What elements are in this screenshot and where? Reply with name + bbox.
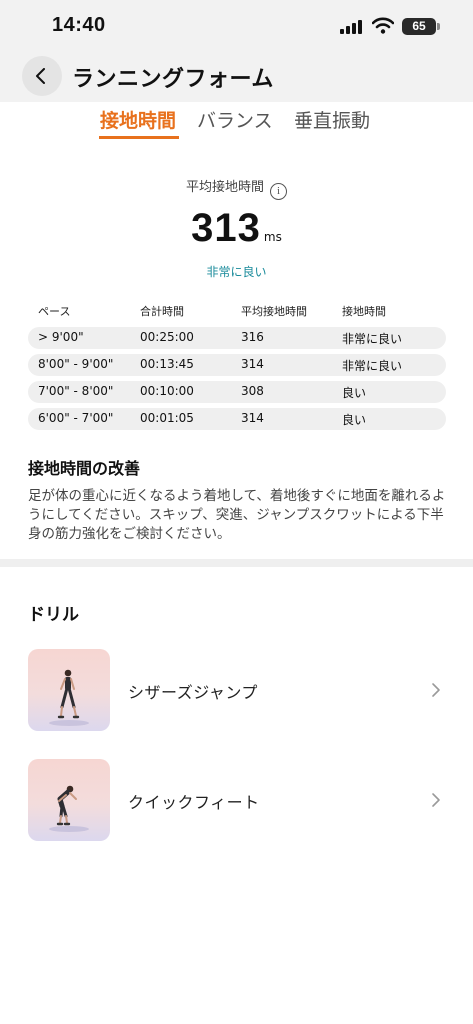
chevron-right-icon [432, 793, 440, 807]
battery-level: 65 [412, 19, 426, 33]
improvement-text: 足が体の重心に近くなるよう着地して、着地後すぐに地面を離れるようにしてください。… [28, 488, 446, 542]
metric-value: 313 [191, 206, 261, 250]
table-header: ペース 合計時間 平均接地時間 接地時間 [28, 300, 446, 322]
summary-label-row: 平均接地時間 i [0, 176, 473, 200]
pace-cell: 7'00" - 8'00" [38, 384, 114, 398]
drill-label: クイックフィート [128, 793, 260, 812]
rating-cell: 非常に良い [342, 359, 403, 373]
metric-unit: ms [263, 230, 282, 244]
section-divider [0, 559, 473, 567]
tab-balance[interactable]: バランス [197, 106, 273, 133]
avg-contact-cell: 314 [241, 411, 264, 425]
page-title: ランニングフォーム [72, 67, 274, 92]
table-row: > 9'00" 00:25:00 316 非常に良い [28, 327, 446, 349]
drill-thumbnail [28, 649, 110, 731]
avg-contact-cell: 314 [241, 357, 264, 371]
status-bar: 14:40 65 [0, 0, 473, 52]
metric: 313 ms [0, 206, 473, 251]
metric-rating: 非常に良い [206, 265, 267, 279]
total-time-cell: 00:01:05 [140, 411, 194, 425]
table-row: 7'00" - 8'00" 00:10:00 308 良い [28, 381, 446, 403]
info-icon[interactable]: i [270, 183, 287, 200]
signal-icon [340, 20, 364, 34]
column-header: 合計時間 [140, 305, 184, 318]
back-arrow-icon [36, 68, 45, 84]
summary-label: 平均接地時間 [185, 180, 264, 195]
column-header: ペース [38, 305, 71, 318]
active-tab-indicator [99, 136, 179, 139]
drill-item-scissors-jump[interactable]: シザーズジャンプ [28, 649, 448, 733]
pace-cell: 8'00" - 9'00" [38, 357, 114, 371]
total-time-cell: 00:25:00 [140, 330, 194, 344]
rating-cell: 非常に良い [342, 332, 403, 346]
table-row: 6'00" - 7'00" 00:01:05 314 良い [28, 408, 446, 430]
total-time-cell: 00:13:45 [140, 357, 194, 371]
drill-label: シザーズジャンプ [128, 683, 258, 702]
rating-cell: 良い [342, 413, 367, 427]
tab-contact-time[interactable]: 接地時間 [100, 106, 176, 133]
rating-cell: 良い [342, 386, 367, 400]
drills-title: ドリル [28, 605, 79, 625]
battery-icon: 65 [402, 18, 440, 35]
avg-contact-cell: 316 [241, 330, 264, 344]
pace-cell: > 9'00" [38, 330, 84, 344]
pace-table: ペース 合計時間 平均接地時間 接地時間 > 9'00" 00:25:00 31… [28, 300, 446, 430]
status-time: 14:40 [52, 14, 106, 36]
avg-contact-cell: 308 [241, 384, 264, 398]
improvement-title: 接地時間の改善 [28, 459, 141, 478]
drill-thumbnail [28, 759, 110, 841]
table-row: 8'00" - 9'00" 00:13:45 314 非常に良い [28, 354, 446, 376]
total-time-cell: 00:10:00 [140, 384, 194, 398]
drill-item-quick-feet[interactable]: クイックフィート [28, 759, 448, 843]
tab-bar: 接地時間 バランス 垂直振動 [0, 102, 473, 140]
header: ランニングフォーム [0, 52, 473, 102]
column-header: 接地時間 [342, 305, 386, 318]
wifi-icon [372, 17, 394, 34]
chevron-right-icon [432, 683, 440, 697]
column-header: 平均接地時間 [241, 305, 307, 318]
tab-vertical-oscillation[interactable]: 垂直振動 [294, 106, 370, 133]
pace-cell: 6'00" - 7'00" [38, 411, 114, 425]
back-button[interactable] [22, 56, 62, 96]
